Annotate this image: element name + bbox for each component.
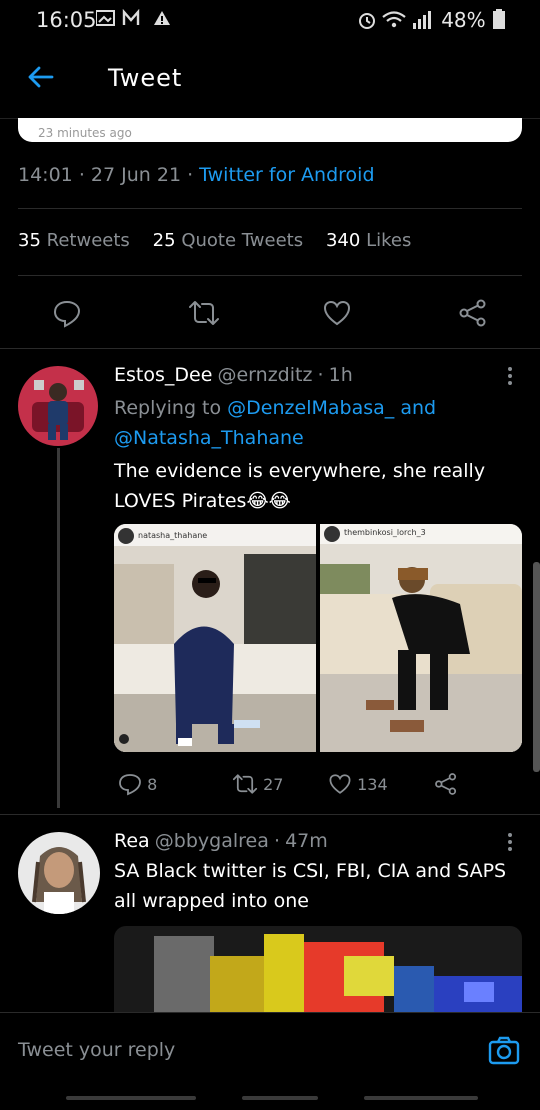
battery-percent: 48% [441,8,486,32]
status-right: 48% [357,8,506,32]
heart-icon [323,300,351,326]
likes-label: Likes [366,230,412,251]
heart-icon [329,774,351,794]
tweet-stats: 35 Retweets 25 Quote Tweets 340 Likes [18,230,411,251]
meta-separator: · [187,164,200,186]
mention-link[interactable]: @Natasha_Thahane [114,427,304,449]
reply-text: SA Black twitter is CSI, FBI, CIA and SA… [114,860,507,912]
retweet-icon [232,774,258,794]
retweets-label: Retweets [46,230,130,251]
reply-text: The evidence is everywhere, she really L… [114,460,486,512]
divider [18,275,522,276]
nav-home-button[interactable] [242,1096,318,1100]
divider [18,208,522,209]
status-bar: 16:05 48% [0,0,540,40]
tweet-image-2[interactable]: thembinkosi_lorch_3 [320,524,522,752]
top-app-bar: Tweet [0,42,540,119]
tweet-meta: 14:01 · 27 Jun 21 · Twitter for Android [18,164,375,186]
reply-composer[interactable]: Tweet your reply [0,1012,540,1084]
share-icon [459,299,486,327]
battery-icon [493,9,505,29]
retweets-count: 35 [18,230,41,251]
photo-woman-on-couch [114,524,316,752]
photo-man-on-couch [320,524,522,752]
replying-to: Replying to @DenzelMabasa_ and @Natasha_… [114,393,524,453]
nav-back-button[interactable] [364,1096,478,1100]
back-button[interactable] [26,62,56,92]
quote-label: Quote Tweets [181,230,304,251]
image-username: natasha_thahane [138,531,208,540]
back-arrow-icon [28,66,54,88]
scrollbar[interactable] [533,562,540,772]
reply-share-action[interactable] [434,772,458,796]
camera-button[interactable] [488,1035,520,1065]
tweet-action-bar [0,290,540,336]
system-nav-bar [0,1082,540,1110]
retweets-stat[interactable]: 35 Retweets [18,230,130,251]
meta-separator: · [317,364,324,386]
more-options-button[interactable] [508,833,514,854]
tweet-time: 14:01 [18,164,73,186]
image-user-avatar [118,528,134,544]
tweet-image-1[interactable]: natasha_thahane [114,524,316,752]
comment-icon [53,300,81,328]
retweet-count: 27 [263,775,284,794]
likes-count: 340 [325,230,361,251]
retweet-button[interactable] [188,298,219,328]
reply-header: Rea @bbygalrea · 47m [114,830,514,852]
likes-stat[interactable]: 340 Likes [326,230,411,251]
tweet-media-preview[interactable] [114,926,522,1012]
avatar-image [18,366,98,446]
reply-button[interactable] [52,298,82,328]
quoted-tweet-card[interactable]: 23 minutes ago [18,118,522,142]
share-button[interactable] [458,298,488,328]
like-button[interactable] [322,298,352,328]
image-user-avatar [324,526,340,542]
system-icons [358,11,431,29]
reply-author-name[interactable]: Estos_Dee [114,364,212,386]
reply-like-action[interactable]: 134 [328,772,388,796]
blurry-video-frame [114,926,522,1012]
retweet-icon [189,301,219,325]
reply-input[interactable]: Tweet your reply [18,1039,175,1061]
notification-icons [95,8,182,33]
meta-separator: · [273,830,280,852]
quote-count: 25 [152,230,176,251]
reply-author-handle[interactable]: @ernzditz [217,364,312,386]
thread-line [57,448,60,808]
page-title: Tweet [108,64,183,92]
divider [0,348,540,349]
meta-separator: · [78,164,91,186]
avatar-image [18,832,100,914]
like-count: 134 [357,775,388,794]
reply-retweet-action[interactable]: 27 [232,772,283,796]
reply-age: 47m [285,830,328,852]
reply-comment-action[interactable]: 8 [118,772,157,796]
tweet-date: 27 Jun 21 [90,164,182,186]
replying-and: and [400,397,437,419]
tweet-source-link[interactable]: Twitter for Android [199,164,374,186]
avatar[interactable] [18,832,100,914]
quoted-timestamp: 23 minutes ago [38,126,132,140]
reply-author-handle[interactable]: @bbygalrea [155,830,269,852]
replying-label: Replying to [114,397,222,419]
avatar[interactable] [18,366,98,446]
nav-recents-button[interactable] [66,1096,196,1100]
comment-icon [119,774,141,796]
quote-tweets-stat[interactable]: 25 Quote Tweets [153,230,303,251]
reply-count: 8 [147,775,158,794]
status-time: 16:05 [36,8,97,32]
reply-header: Estos_Dee @ernzditz · 1h [114,364,514,386]
divider [0,814,540,815]
share-icon [435,773,457,795]
camera-icon [488,1036,520,1065]
notification-icons-svg [95,8,170,26]
image-username: thembinkosi_lorch_3 [344,528,426,537]
reply-author-name[interactable]: Rea [114,830,150,852]
mention-link[interactable]: @DenzelMabasa_ [227,397,394,419]
reply-age: 1h [328,364,353,386]
more-options-button[interactable] [508,367,514,388]
